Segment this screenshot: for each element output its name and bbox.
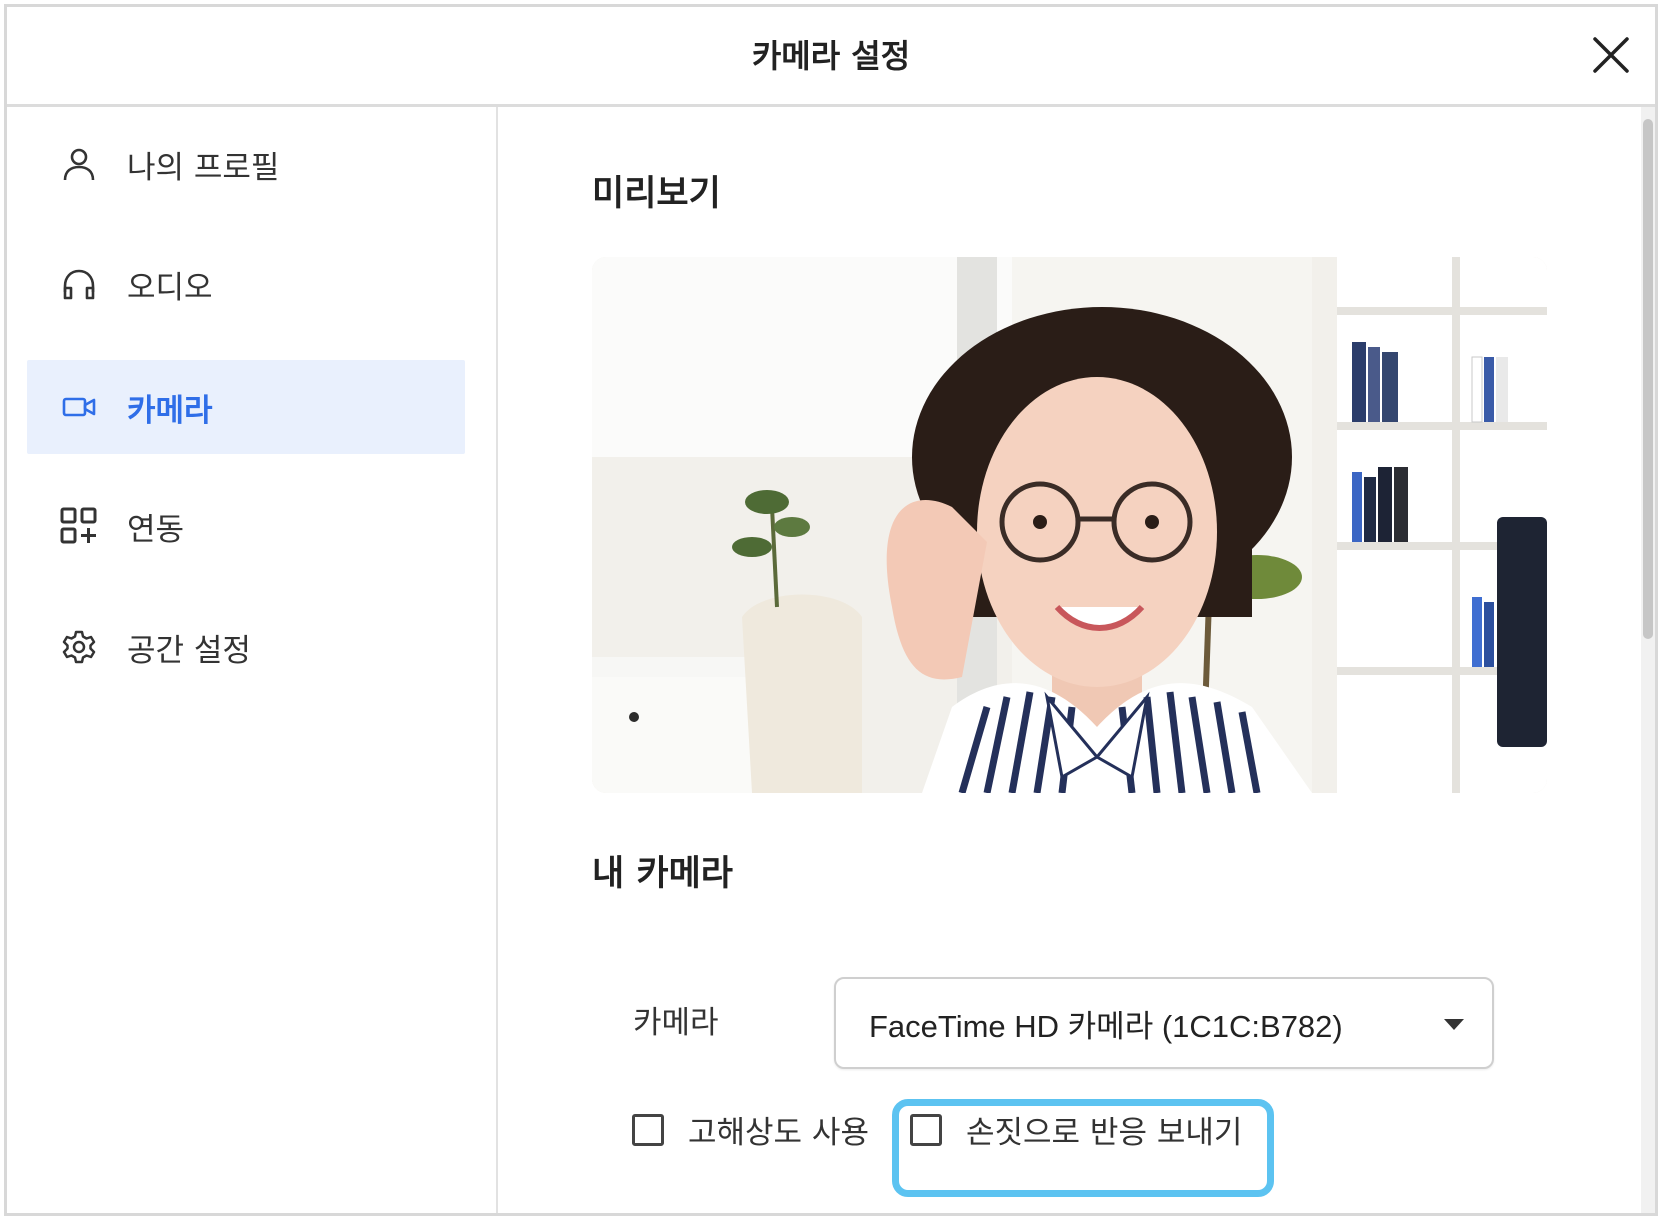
scrollbar-thumb[interactable] [1643, 119, 1653, 639]
high-resolution-option[interactable]: 고해상도 사용 [632, 1107, 869, 1152]
headphones-icon [59, 264, 99, 304]
gesture-reaction-label: 손짓으로 반응 보내기 [966, 1115, 1243, 1151]
content-scrollbar[interactable] [1641, 107, 1655, 1213]
apps-add-icon [59, 506, 99, 546]
sidebar-item-label: 카메라 [127, 392, 213, 429]
gesture-reaction-option[interactable]: 손짓으로 반응 보내기 [910, 1107, 1242, 1152]
gesture-reaction-checkbox[interactable] [910, 1113, 942, 1146]
camera-select-label: 카메라 [633, 1005, 719, 1041]
sidebar-item-profile[interactable]: 나의 프로필 [27, 117, 465, 211]
camera-icon [59, 387, 99, 427]
settings-sidebar: 나의 프로필 오디오 카메라 연동 공간 설정 [7, 107, 498, 1213]
preview-section-title: 미리보기 [592, 174, 721, 214]
close-button[interactable] [1587, 31, 1635, 79]
sidebar-item-camera[interactable]: 카메라 [27, 360, 465, 454]
sidebar-item-audio[interactable]: 오디오 [27, 237, 465, 331]
gear-icon [59, 627, 99, 667]
camera-select-value: FaceTime HD 카메라 (1C1C:B782) [869, 1008, 1343, 1044]
window-title: 카메라 설정 [751, 37, 911, 75]
close-icon [1593, 37, 1629, 73]
my-camera-section-title: 내 카메라 [592, 854, 733, 894]
sidebar-item-space-settings[interactable]: 공간 설정 [27, 600, 465, 694]
sidebar-item-label: 나의 프로필 [127, 149, 280, 186]
person-icon [59, 144, 99, 184]
camera-preview [592, 257, 1547, 793]
chevron-down-icon [1444, 1019, 1464, 1030]
camera-preview-image [592, 257, 1547, 793]
camera-select[interactable]: FaceTime HD 카메라 (1C1C:B782) [834, 977, 1494, 1069]
sidebar-item-label: 연동 [127, 511, 185, 548]
camera-settings-window: 카메라 설정 나의 프로필 오디오 카메라 연동 공간 설정 미리보기 내 카메… [4, 4, 1658, 1216]
title-bar: 카메라 설정 [7, 7, 1655, 107]
high-resolution-label: 고해상도 사용 [688, 1115, 869, 1151]
high-resolution-checkbox[interactable] [632, 1113, 664, 1146]
camera-settings-panel: 미리보기 내 카메라 카메라 FaceTime HD 카메라 (1C1C:B78… [498, 107, 1655, 1213]
sidebar-item-label: 오디오 [127, 269, 213, 306]
sidebar-item-label: 공간 설정 [127, 632, 251, 669]
sidebar-item-integration[interactable]: 연동 [27, 479, 465, 573]
